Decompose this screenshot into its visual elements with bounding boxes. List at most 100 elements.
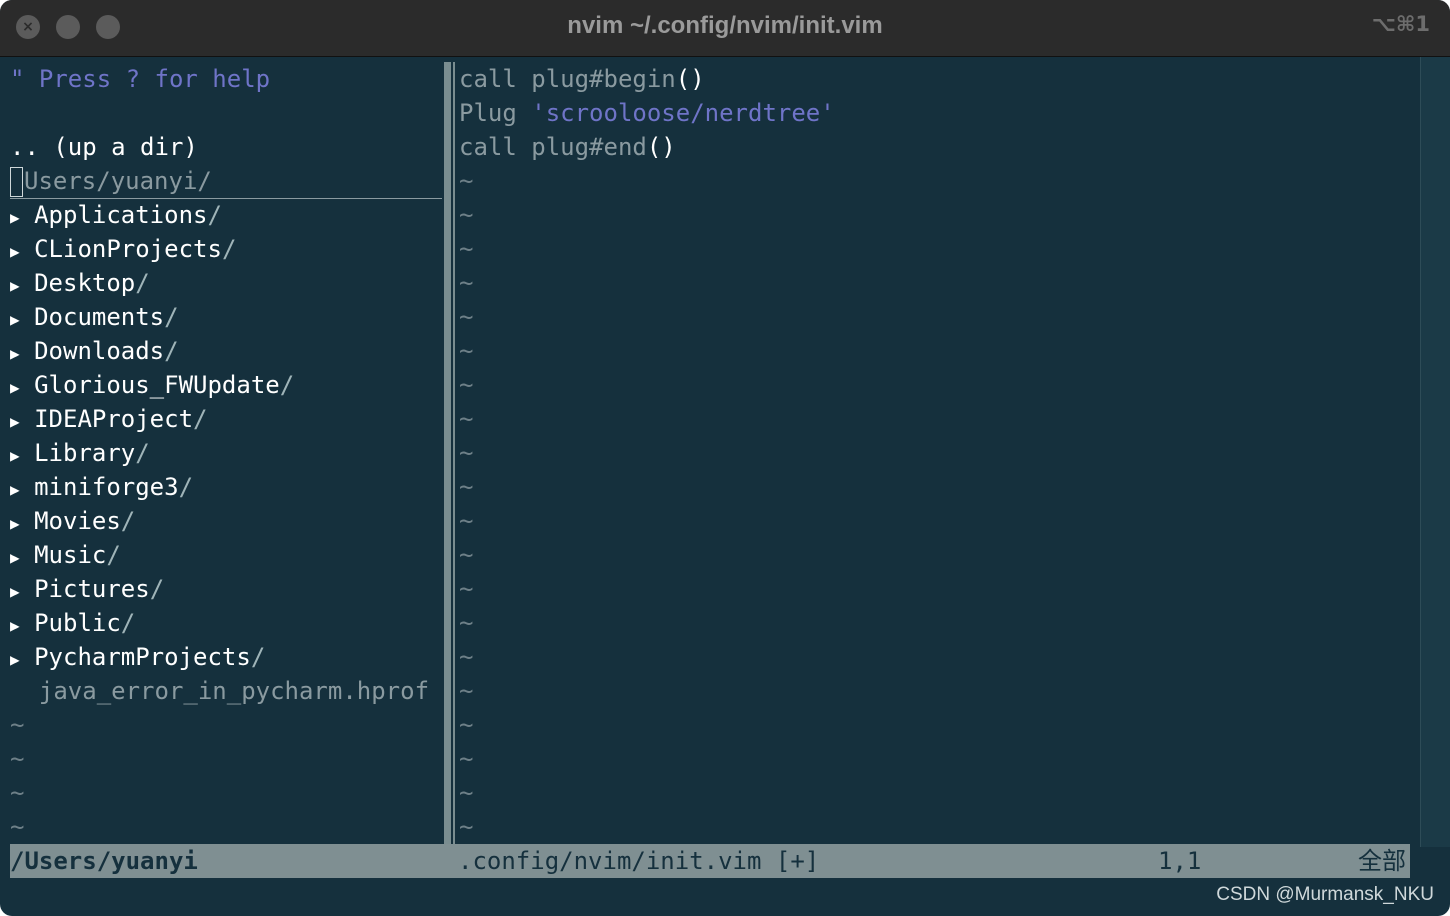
status-line: /Users/yuanyi .config/nvim/init.vim [+] …	[10, 844, 1410, 878]
collapsed-arrow-icon: ▶	[10, 650, 20, 669]
collapsed-arrow-icon: ▶	[10, 378, 20, 397]
collapsed-arrow-icon: ▶	[10, 446, 20, 465]
directory-item[interactable]: ▶ CLionProjects/	[10, 232, 236, 266]
empty-line-tilde: ~	[459, 507, 474, 535]
directory-slash: /	[135, 439, 150, 467]
directory-name: Music	[19, 541, 107, 569]
directory-item[interactable]: ▶ PycharmProjects/	[10, 640, 265, 674]
directory-name: Downloads	[19, 337, 165, 365]
code-keyword: Plug	[459, 99, 532, 127]
directory-item[interactable]: ▶ Public/	[10, 606, 135, 640]
scrollbar[interactable]	[1420, 57, 1450, 847]
empty-line-tilde: ~	[10, 745, 25, 773]
directory-item[interactable]: ▶ Desktop/	[10, 266, 150, 300]
empty-line-tilde: ~	[459, 269, 474, 297]
empty-line-tilde: ~	[10, 813, 25, 841]
terminal-window: × nvim ~/.config/nvim/init.vim ⌥⌘1 " Pre…	[0, 0, 1450, 916]
empty-line-tilde: ~	[459, 813, 474, 841]
directory-slash: /	[164, 303, 179, 331]
directory-item[interactable]: ▶ Pictures/	[10, 572, 164, 606]
empty-line-tilde: ~	[10, 779, 25, 807]
directory-slash: /	[221, 235, 237, 263]
window-title: nvim ~/.config/nvim/init.vim	[567, 12, 883, 39]
directory-item[interactable]: ▶ Movies/	[10, 504, 135, 538]
directory-slash: /	[279, 371, 295, 399]
directory-name: Glorious_FWUpdate	[19, 371, 280, 399]
code-function: plug#end	[531, 133, 647, 161]
directory-name: PycharmProjects	[19, 643, 251, 671]
directory-slash: /	[193, 405, 208, 433]
empty-line-tilde: ~	[459, 473, 474, 501]
directory-item[interactable]: ▶ Downloads/	[10, 334, 179, 368]
code-function: plug#begin	[531, 65, 676, 93]
directory-slash: /	[106, 541, 121, 569]
empty-line-tilde: ~	[459, 541, 474, 569]
empty-line-tilde: ~	[459, 371, 474, 399]
empty-line-tilde: ~	[459, 405, 474, 433]
directory-item[interactable]: ▶ miniforge3/	[10, 470, 193, 504]
empty-line-tilde: ~	[459, 337, 474, 365]
directory-slash: /	[207, 201, 222, 229]
collapsed-arrow-icon: ▶	[10, 412, 20, 431]
directory-item[interactable]: ▶ Music/	[10, 538, 121, 572]
directory-slash: /	[120, 507, 136, 535]
directory-item[interactable]: ▶ Documents/	[10, 300, 179, 334]
collapsed-arrow-icon: ▶	[10, 208, 20, 227]
directory-name: IDEAProject	[19, 405, 194, 433]
code-parens: ()	[675, 65, 705, 93]
up-dir-item[interactable]: .. (up a dir)	[10, 130, 198, 164]
empty-line-tilde: ~	[459, 779, 474, 807]
editor-pane[interactable]: call plug#begin() Plug 'scrooloose/nerdtr…	[459, 62, 1419, 842]
empty-line-tilde: ~	[10, 711, 25, 739]
empty-line-tilde: ~	[459, 303, 474, 331]
cwd-line: Users/yuanyi/	[10, 164, 442, 199]
vertical-split-divider[interactable]	[444, 62, 455, 844]
directory-item[interactable]: ▶ Glorious_FWUpdate/	[10, 368, 294, 402]
collapsed-arrow-icon: ▶	[10, 480, 20, 499]
directory-slash: /	[149, 575, 165, 603]
collapsed-arrow-icon: ▶	[10, 616, 20, 635]
collapsed-arrow-icon: ▶	[10, 582, 20, 601]
empty-line-tilde: ~	[459, 609, 474, 637]
code-line[interactable]: Plug 'scrooloose/nerdtree'	[459, 96, 835, 130]
cursor	[10, 167, 23, 197]
status-cursor-position: 1,1	[1158, 847, 1202, 875]
directory-item[interactable]: ▶ Library/	[10, 436, 150, 470]
status-scroll-indicator: 全部	[1358, 847, 1406, 875]
code-line[interactable]: call plug#begin()	[459, 62, 705, 96]
directory-name: Public	[19, 609, 121, 637]
directory-name: CLionProjects	[19, 235, 222, 263]
directory-name: Documents	[19, 303, 165, 331]
code-keyword: call	[459, 65, 532, 93]
directory-name: miniforge3	[19, 473, 179, 501]
cwd-path: Users/yuanyi/	[24, 167, 212, 195]
directory-item[interactable]: ▶ Applications/	[10, 198, 222, 232]
file-item[interactable]: java_error_in_pycharm.hprof	[10, 674, 429, 708]
directory-slash: /	[135, 269, 150, 297]
code-line[interactable]: call plug#end()	[459, 130, 676, 164]
status-file-name: .config/nvim/init.vim [+]	[458, 847, 820, 875]
collapsed-arrow-icon: ▶	[10, 242, 20, 261]
code-parens: ()	[646, 133, 676, 161]
directory-name: Movies	[19, 507, 121, 535]
directory-slash: /	[250, 643, 266, 671]
empty-line-tilde: ~	[459, 439, 474, 467]
collapsed-arrow-icon: ▶	[10, 514, 20, 533]
collapsed-arrow-icon: ▶	[10, 344, 20, 363]
directory-item[interactable]: ▶ IDEAProject/	[10, 402, 207, 436]
status-tree-path: /Users/yuanyi	[10, 847, 198, 875]
empty-line-tilde: ~	[459, 201, 474, 229]
title-bar: × nvim ~/.config/nvim/init.vim ⌥⌘1	[0, 0, 1450, 57]
nerdtree-pane[interactable]: " Press ? for help .. (up a dir) Users/y…	[10, 62, 442, 842]
window-shortcut: ⌥⌘1	[1371, 12, 1430, 36]
empty-line-tilde: ~	[459, 235, 474, 263]
empty-line-tilde: ~	[459, 711, 474, 739]
empty-line-tilde: ~	[459, 575, 474, 603]
directory-slash: /	[178, 473, 194, 501]
collapsed-arrow-icon: ▶	[10, 548, 20, 567]
directory-name: Applications	[19, 201, 208, 229]
directory-name: Library	[19, 439, 136, 467]
code-string: 'scrooloose/nerdtree'	[531, 99, 835, 127]
watermark: CSDN @Murmansk_NKU	[1216, 884, 1434, 905]
empty-line-tilde: ~	[459, 745, 474, 773]
